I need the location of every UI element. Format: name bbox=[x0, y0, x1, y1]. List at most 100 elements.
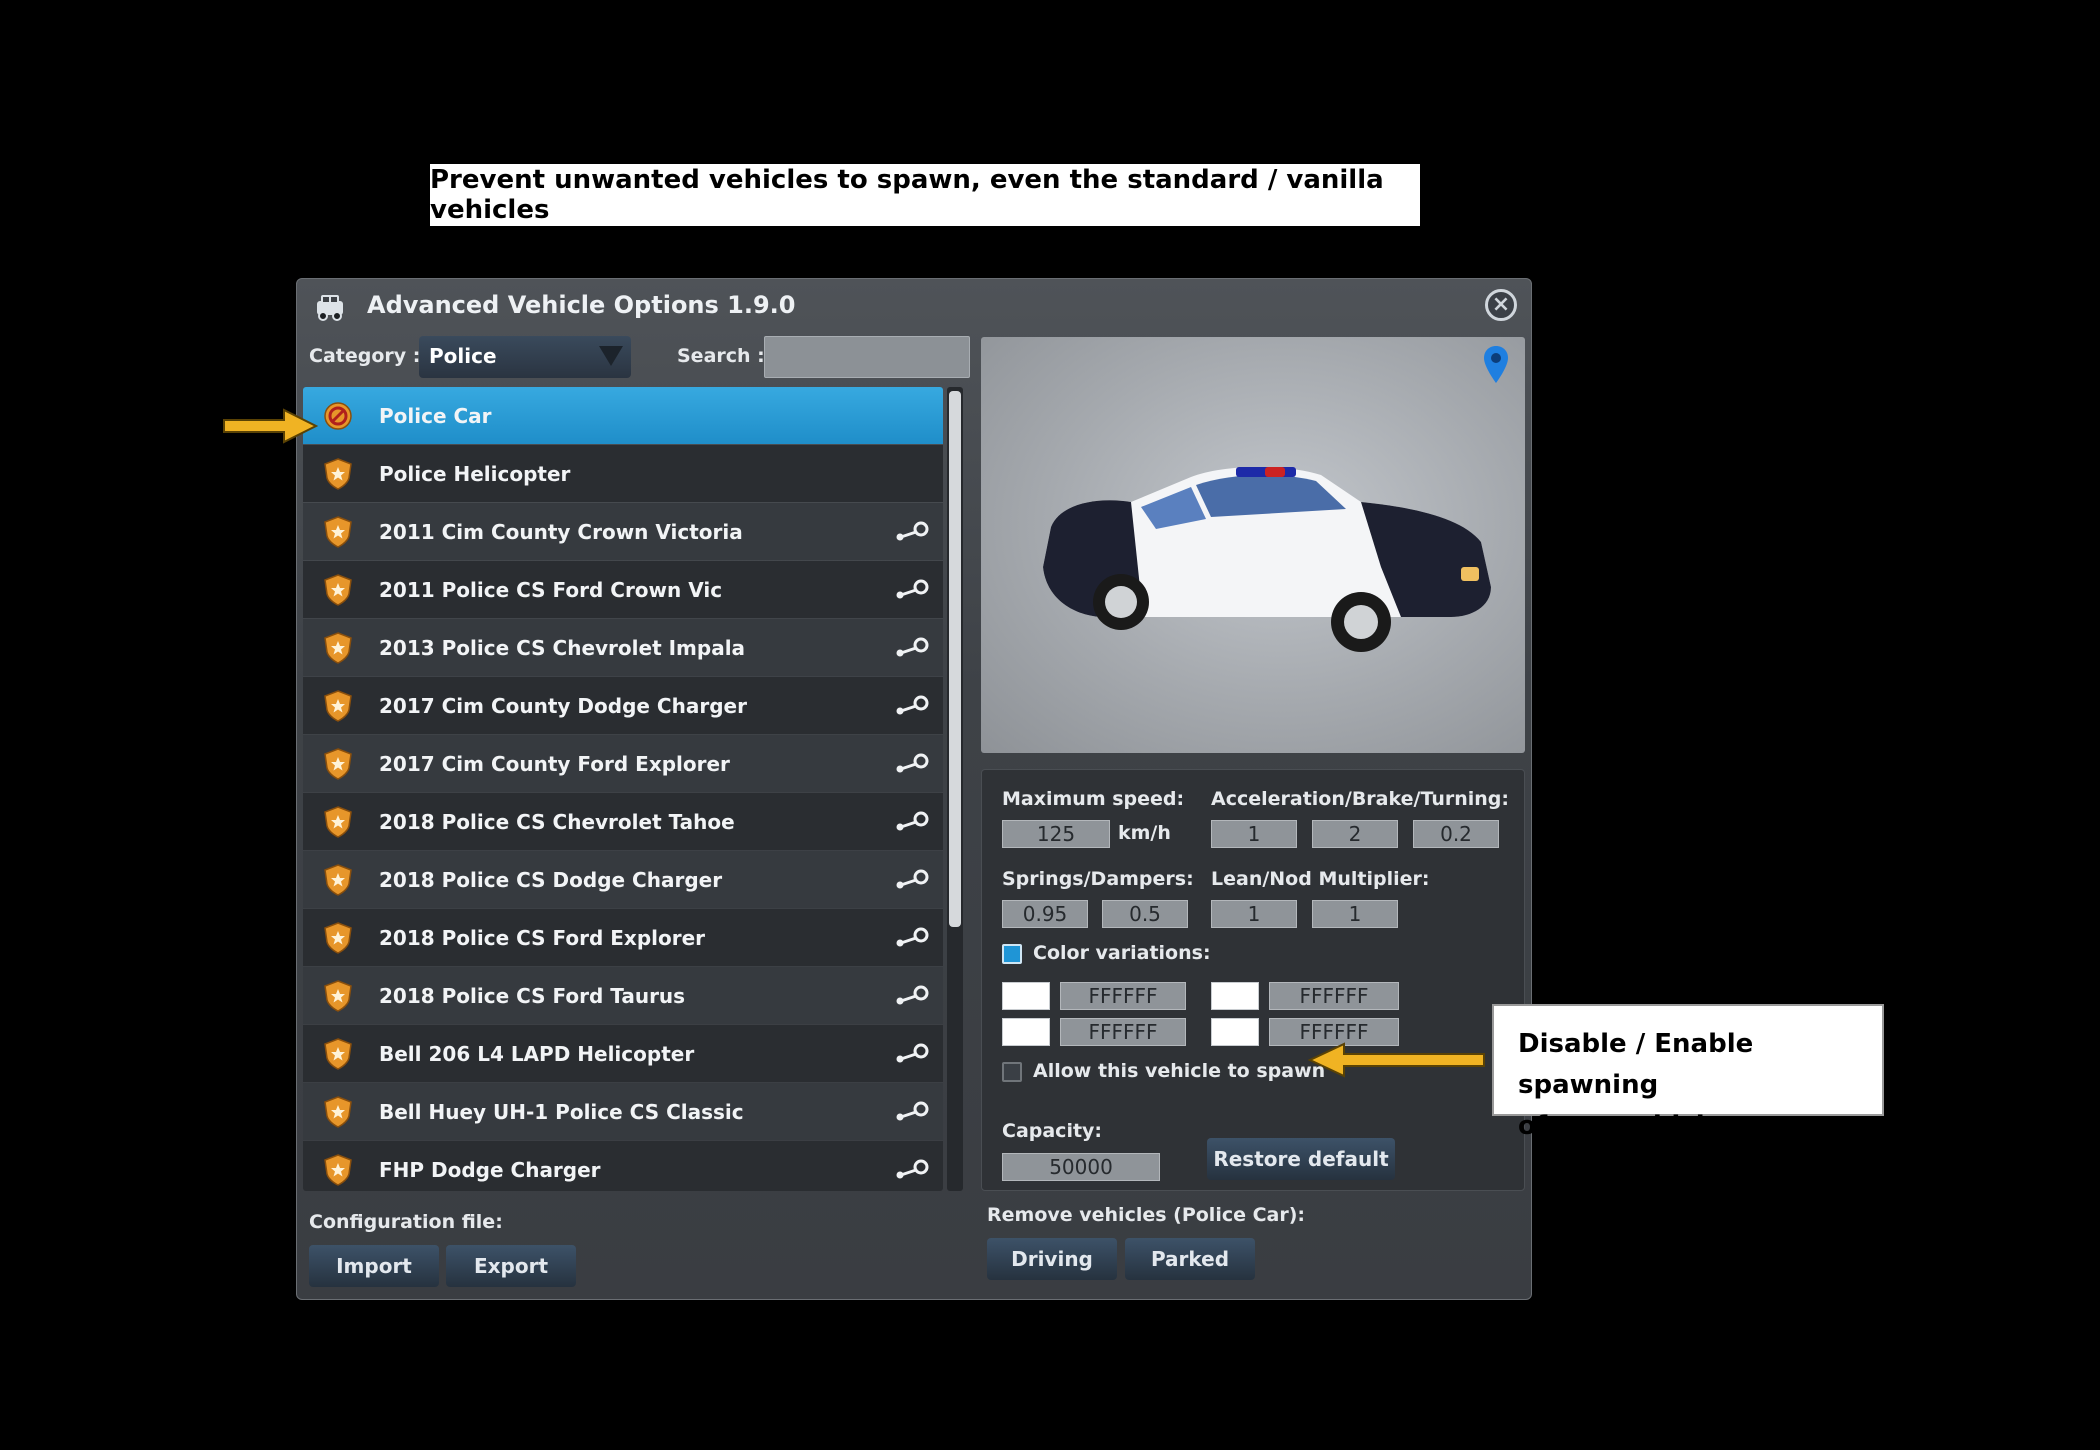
vehicle-list-row[interactable]: 2013 Police CS Chevrolet Impala bbox=[303, 619, 943, 676]
color-variations-label: Color variations: bbox=[1033, 942, 1211, 964]
police-badge-icon bbox=[323, 864, 353, 896]
window-title: Advanced Vehicle Options 1.9.0 bbox=[367, 291, 796, 319]
search-label: Search : bbox=[677, 345, 765, 367]
vehicle-list-row[interactable]: FHP Dodge Charger bbox=[303, 1141, 943, 1191]
steam-workshop-icon bbox=[895, 1159, 929, 1179]
export-button[interactable]: Export bbox=[446, 1245, 576, 1287]
max-speed-label: Maximum speed: bbox=[1002, 788, 1185, 810]
max-speed-field[interactable]: 125 bbox=[1002, 820, 1110, 848]
steam-workshop-icon bbox=[895, 985, 929, 1005]
color-swatch-3[interactable] bbox=[1002, 1018, 1050, 1046]
color-hex-field-1[interactable]: FFFFFF bbox=[1060, 982, 1186, 1010]
steam-workshop-icon bbox=[895, 927, 929, 947]
chevron-down-icon bbox=[599, 346, 623, 366]
vehicle-name: 2018 Police CS Dodge Charger bbox=[379, 867, 723, 892]
window-titlebar[interactable]: Advanced Vehicle Options 1.9.0 × bbox=[297, 279, 1531, 335]
steam-workshop-icon bbox=[895, 579, 929, 599]
steam-workshop-icon bbox=[895, 1043, 929, 1063]
police-badge-icon bbox=[323, 1096, 353, 1128]
vehicle-list-row[interactable]: Police Helicopter bbox=[303, 445, 943, 502]
vehicle-list-row[interactable]: 2018 Police CS Dodge Charger bbox=[303, 851, 943, 908]
restore-default-label: Restore default bbox=[1213, 1147, 1389, 1171]
vehicle-list-scrollbar[interactable] bbox=[947, 387, 963, 1191]
dampers-field[interactable]: 0.5 bbox=[1102, 900, 1188, 928]
police-badge-icon bbox=[323, 458, 353, 490]
allow-spawn-arrow-icon bbox=[1307, 1042, 1485, 1078]
capacity-field[interactable]: 50000 bbox=[1002, 1153, 1160, 1181]
category-dropdown[interactable]: Police bbox=[419, 336, 631, 378]
vehicle-list-row[interactable]: 2011 Police CS Ford Crown Vic bbox=[303, 561, 943, 618]
vehicle-list-row[interactable]: 2018 Police CS Ford Taurus bbox=[303, 967, 943, 1024]
vehicle-list-row[interactable]: Bell 206 L4 LAPD Helicopter bbox=[303, 1025, 943, 1082]
vehicle-list-row[interactable]: 2017 Cim County Dodge Charger bbox=[303, 677, 943, 734]
police-badge-icon bbox=[323, 922, 353, 954]
category-label: Category : bbox=[309, 345, 421, 367]
vehicle-name: 2018 Police CS Ford Taurus bbox=[379, 983, 686, 1008]
configuration-file-label: Configuration file: bbox=[309, 1211, 503, 1233]
import-button[interactable]: Import bbox=[309, 1245, 439, 1287]
steam-workshop-icon bbox=[895, 1101, 929, 1121]
driving-label: Driving bbox=[1011, 1247, 1093, 1271]
steam-workshop-icon bbox=[895, 637, 929, 657]
vehicle-list-row[interactable]: Bell Huey UH-1 Police CS Classic bbox=[303, 1083, 943, 1140]
vehicle-icon bbox=[317, 295, 343, 321]
advanced-vehicle-options-window: Advanced Vehicle Options 1.9.0 × Categor… bbox=[296, 278, 1532, 1300]
acceleration-field[interactable]: 1 bbox=[1211, 820, 1297, 848]
restore-default-button[interactable]: Restore default bbox=[1207, 1138, 1395, 1180]
top-annotation-callout: Prevent unwanted vehicles to spawn, even… bbox=[430, 164, 1420, 226]
vehicle-name: 2018 Police CS Ford Explorer bbox=[379, 925, 706, 950]
police-badge-icon bbox=[323, 806, 353, 838]
vehicle-preview[interactable] bbox=[981, 337, 1525, 753]
side-annotation-callout: Disable / Enable spawning of any vehicle bbox=[1492, 1004, 1884, 1141]
close-icon: × bbox=[1491, 292, 1511, 317]
vehicle-name: 2017 Cim County Ford Explorer bbox=[379, 751, 730, 776]
remove-driving-button[interactable]: Driving bbox=[987, 1238, 1117, 1280]
police-badge-icon bbox=[323, 574, 353, 606]
category-selected-value: Police bbox=[429, 344, 497, 368]
lean-field[interactable]: 1 bbox=[1211, 900, 1297, 928]
vehicle-name: 2013 Police CS Chevrolet Impala bbox=[379, 635, 746, 660]
remove-parked-button[interactable]: Parked bbox=[1125, 1238, 1255, 1280]
lean-nod-label: Lean/Nod Multiplier: bbox=[1211, 868, 1430, 890]
color-swatch-2[interactable] bbox=[1211, 982, 1259, 1010]
police-badge-icon bbox=[323, 1038, 353, 1070]
color-hex-field-3[interactable]: FFFFFF bbox=[1060, 1018, 1186, 1046]
police-car-image bbox=[1043, 466, 1491, 652]
scrollbar-thumb[interactable] bbox=[949, 391, 961, 927]
close-button[interactable]: × bbox=[1485, 289, 1517, 321]
vehicle-list-row[interactable]: 2011 Cim County Crown Victoria bbox=[303, 503, 943, 560]
turning-field[interactable]: 0.2 bbox=[1413, 820, 1499, 848]
springs-field[interactable]: 0.95 bbox=[1002, 900, 1088, 928]
vehicle-list-row[interactable]: 2018 Police CS Ford Explorer bbox=[303, 909, 943, 966]
steam-workshop-icon bbox=[895, 811, 929, 831]
steam-workshop-icon bbox=[895, 695, 929, 715]
color-variations-checkbox[interactable] bbox=[1002, 944, 1022, 964]
vehicle-list-row[interactable]: Police Car bbox=[303, 387, 943, 444]
top-annotation-text: Prevent unwanted vehicles to spawn, even… bbox=[430, 165, 1384, 225]
vehicle-name: Police Car bbox=[379, 403, 492, 428]
side-annotation-line-2: of any vehicle bbox=[1518, 1111, 1723, 1141]
police-badge-icon bbox=[323, 1154, 353, 1186]
color-swatch-4[interactable] bbox=[1211, 1018, 1259, 1046]
color-hex-field-2[interactable]: FFFFFF bbox=[1269, 982, 1399, 1010]
vehicle-list-row[interactable]: 2018 Police CS Chevrolet Tahoe bbox=[303, 793, 943, 850]
vehicle-list-row[interactable]: 2017 Cim County Ford Explorer bbox=[303, 735, 943, 792]
steam-workshop-icon bbox=[895, 753, 929, 773]
steam-workshop-icon bbox=[895, 521, 929, 541]
allow-spawn-checkbox[interactable] bbox=[1002, 1062, 1022, 1082]
remove-vehicles-label: Remove vehicles (Police Car): bbox=[987, 1204, 1306, 1226]
location-pin-icon[interactable] bbox=[1483, 345, 1509, 385]
vehicle-name: 2017 Cim County Dodge Charger bbox=[379, 693, 747, 718]
brake-field[interactable]: 2 bbox=[1312, 820, 1398, 848]
color-swatch-1[interactable] bbox=[1002, 982, 1050, 1010]
police-badge-icon bbox=[323, 516, 353, 548]
police-badge-icon bbox=[323, 980, 353, 1012]
not-allowed-badge-icon bbox=[323, 400, 353, 432]
vehicle-name: Police Helicopter bbox=[379, 461, 571, 486]
search-input[interactable] bbox=[764, 336, 970, 378]
vehicle-name: 2011 Police CS Ford Crown Vic bbox=[379, 577, 723, 602]
side-annotation-line-1: Disable / Enable spawning bbox=[1518, 1029, 1754, 1100]
nod-field[interactable]: 1 bbox=[1312, 900, 1398, 928]
vehicle-name: FHP Dodge Charger bbox=[379, 1157, 601, 1182]
capacity-label: Capacity: bbox=[1002, 1120, 1103, 1142]
